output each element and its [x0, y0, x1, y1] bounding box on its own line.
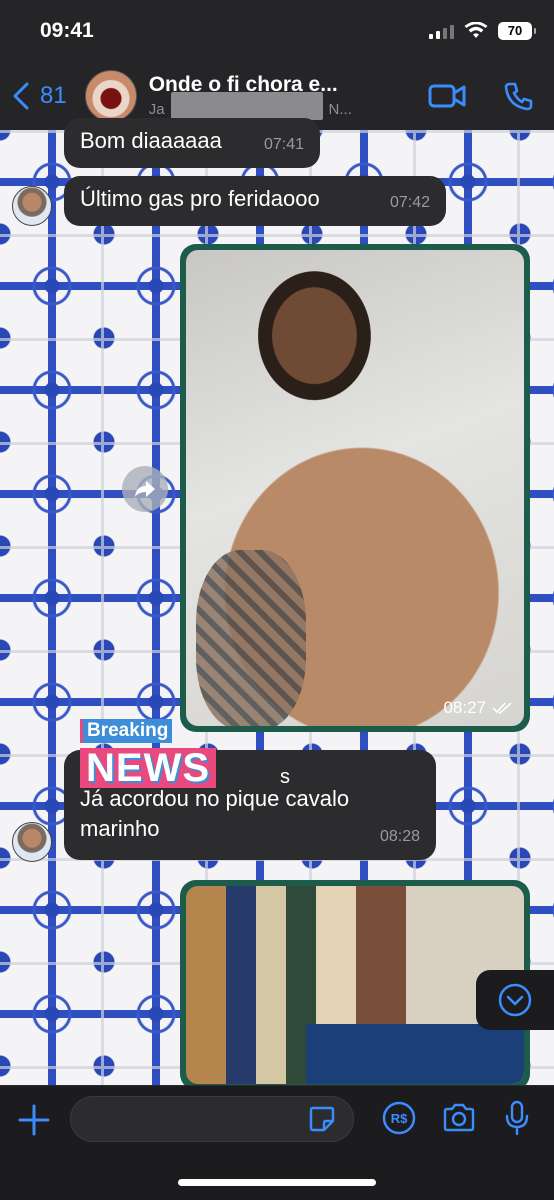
sticker-icon[interactable]: [308, 1105, 336, 1133]
message-text: Bom diaaaaaa: [80, 128, 222, 153]
home-indicator: [178, 1179, 376, 1186]
phone-call-icon[interactable]: [500, 81, 538, 111]
cellular-signal-icon: [429, 23, 454, 39]
scroll-to-bottom-button[interactable]: [476, 970, 554, 1030]
double-check-icon: [492, 702, 512, 714]
sender-avatar[interactable]: [12, 186, 52, 226]
image-message[interactable]: 08:27: [180, 244, 530, 732]
message-text: Último gas pro feridaooo: [80, 186, 320, 211]
news-label: NEWS: [80, 748, 216, 788]
chat-info[interactable]: Onde o fi chora e... Ja N...: [149, 73, 369, 120]
message-bubble[interactable]: Último gas pro feridaooo 07:42: [64, 176, 446, 226]
wifi-icon: [464, 22, 488, 38]
message-bubble[interactable]: Bom diaaaaaa 07:41: [64, 118, 320, 168]
status-icons: 70: [429, 22, 536, 40]
photo-detail: [196, 550, 306, 726]
breaking-news-sticker: Breaking NEWS: [80, 714, 250, 789]
message-text: marinho: [80, 816, 160, 841]
forward-icon: [135, 481, 155, 497]
back-button[interactable]: 81: [12, 82, 67, 110]
battery-icon: 70: [498, 22, 536, 40]
message-time: 08:28: [379, 828, 420, 845]
group-avatar[interactable]: [84, 70, 137, 122]
breaking-label: Breaking: [80, 719, 173, 743]
svg-text:R$: R$: [391, 1111, 408, 1126]
header-actions: [428, 81, 538, 111]
photo: [186, 250, 524, 726]
sender-avatar[interactable]: [12, 822, 52, 862]
video-call-icon[interactable]: [428, 81, 466, 111]
payment-icon[interactable]: R$: [382, 1101, 416, 1135]
message-time: 07:42: [389, 194, 430, 211]
unread-count: 81: [40, 82, 67, 109]
message-bubble[interactable]: Breaking NEWS s Já acordou no pique cava…: [64, 719, 436, 860]
news-suffix: s: [280, 766, 290, 788]
status-time: 09:41: [40, 19, 94, 42]
photo: [186, 886, 524, 1084]
redacted-block: [170, 91, 323, 120]
status-bar: 09:41 70: [0, 0, 554, 62]
plus-icon[interactable]: [16, 1102, 52, 1138]
forward-button[interactable]: [122, 466, 168, 512]
photo-detail: [306, 1024, 524, 1084]
camera-icon[interactable]: [442, 1102, 476, 1134]
media-time: 08:27: [443, 698, 512, 718]
chat-subtitle: Ja N...: [149, 91, 369, 120]
microphone-icon[interactable]: [504, 1100, 530, 1136]
chevron-left-icon: [13, 82, 29, 110]
message-time: 07:41: [263, 136, 304, 153]
chevron-down-circle-icon: [498, 983, 532, 1017]
